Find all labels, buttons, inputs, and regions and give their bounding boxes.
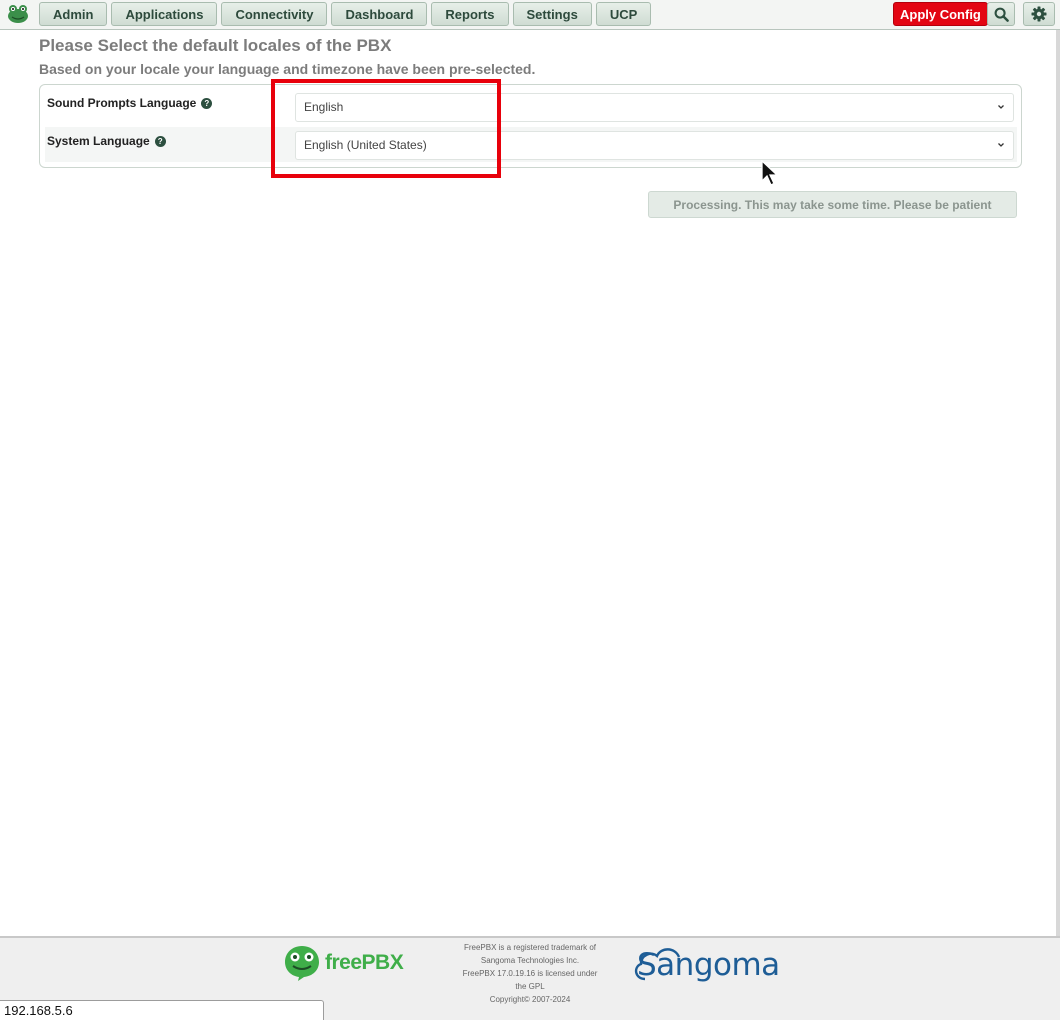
- frog-logo-icon[interactable]: [7, 4, 29, 24]
- sound-prompts-label: Sound Prompts Language: [47, 96, 197, 110]
- menu-dashboard[interactable]: Dashboard: [331, 2, 428, 26]
- freepbx-brand-text: freePBX: [325, 951, 404, 974]
- legal-line: the GPL: [515, 982, 545, 991]
- scrollbar[interactable]: [1056, 30, 1060, 936]
- system-language-select[interactable]: English (United States): [295, 131, 1014, 160]
- menu-connectivity[interactable]: Connectivity: [221, 2, 328, 26]
- menu-admin[interactable]: Admin: [39, 2, 108, 26]
- sangoma-brand-text: Sangoma: [637, 947, 780, 983]
- menu-reports[interactable]: Reports: [431, 2, 509, 26]
- menu-applications[interactable]: Applications: [111, 2, 218, 26]
- top-navbar: Admin Applications Connectivity Dashboar…: [0, 0, 1060, 30]
- help-icon[interactable]: ?: [201, 97, 213, 109]
- chevron-down-icon: [998, 143, 1004, 147]
- apply-config-button[interactable]: Apply Config: [893, 2, 988, 26]
- search-button[interactable]: [987, 2, 1015, 26]
- sound-prompts-language-select[interactable]: English: [295, 93, 1014, 122]
- legal-line: Sangoma Technologies Inc.: [480, 956, 580, 965]
- sound-prompts-value: English: [304, 100, 344, 114]
- menu-ucp[interactable]: UCP: [595, 2, 652, 26]
- locale-form: Sound Prompts Language ? English System …: [39, 84, 1022, 168]
- page-subtitle: Based on your locale your language and t…: [39, 61, 536, 77]
- legal-text: FreePBX is a registered trademark of San…: [452, 941, 608, 1006]
- menu-settings[interactable]: Settings: [512, 2, 592, 26]
- legal-line: FreePBX is a registered trademark of: [463, 943, 597, 952]
- status-bar-url: 192.168.5.6: [0, 1000, 324, 1020]
- chevron-down-icon: [998, 105, 1004, 109]
- freepbx-frog-icon: [285, 946, 319, 981]
- mouse-cursor-icon: [761, 160, 779, 186]
- sound-prompts-label-wrap: Sound Prompts Language ?: [47, 96, 213, 110]
- legal-line: FreePBX 17.0.19.16 is licensed under: [462, 969, 598, 978]
- sangoma-logo[interactable]: Sangoma: [631, 943, 791, 987]
- help-icon[interactable]: ?: [154, 135, 166, 147]
- system-language-label: System Language: [47, 134, 150, 148]
- gear-icon: [1031, 6, 1047, 22]
- freepbx-logo[interactable]: freePBX: [283, 943, 413, 983]
- system-language-row: System Language ? English (United States…: [45, 127, 1017, 162]
- system-language-label-wrap: System Language ?: [47, 134, 166, 148]
- settings-gear-button[interactable]: [1023, 2, 1055, 26]
- search-icon: [994, 7, 1009, 22]
- processing-button[interactable]: Processing. This may take some time. Ple…: [648, 191, 1017, 218]
- system-language-value: English (United States): [304, 138, 427, 152]
- sound-prompts-row: Sound Prompts Language ? English: [45, 89, 1017, 124]
- legal-line: Copyright© 2007-2024: [489, 995, 571, 1004]
- main-menu: Admin Applications Connectivity Dashboar…: [39, 2, 652, 26]
- page-title: Please Select the default locales of the…: [39, 36, 392, 55]
